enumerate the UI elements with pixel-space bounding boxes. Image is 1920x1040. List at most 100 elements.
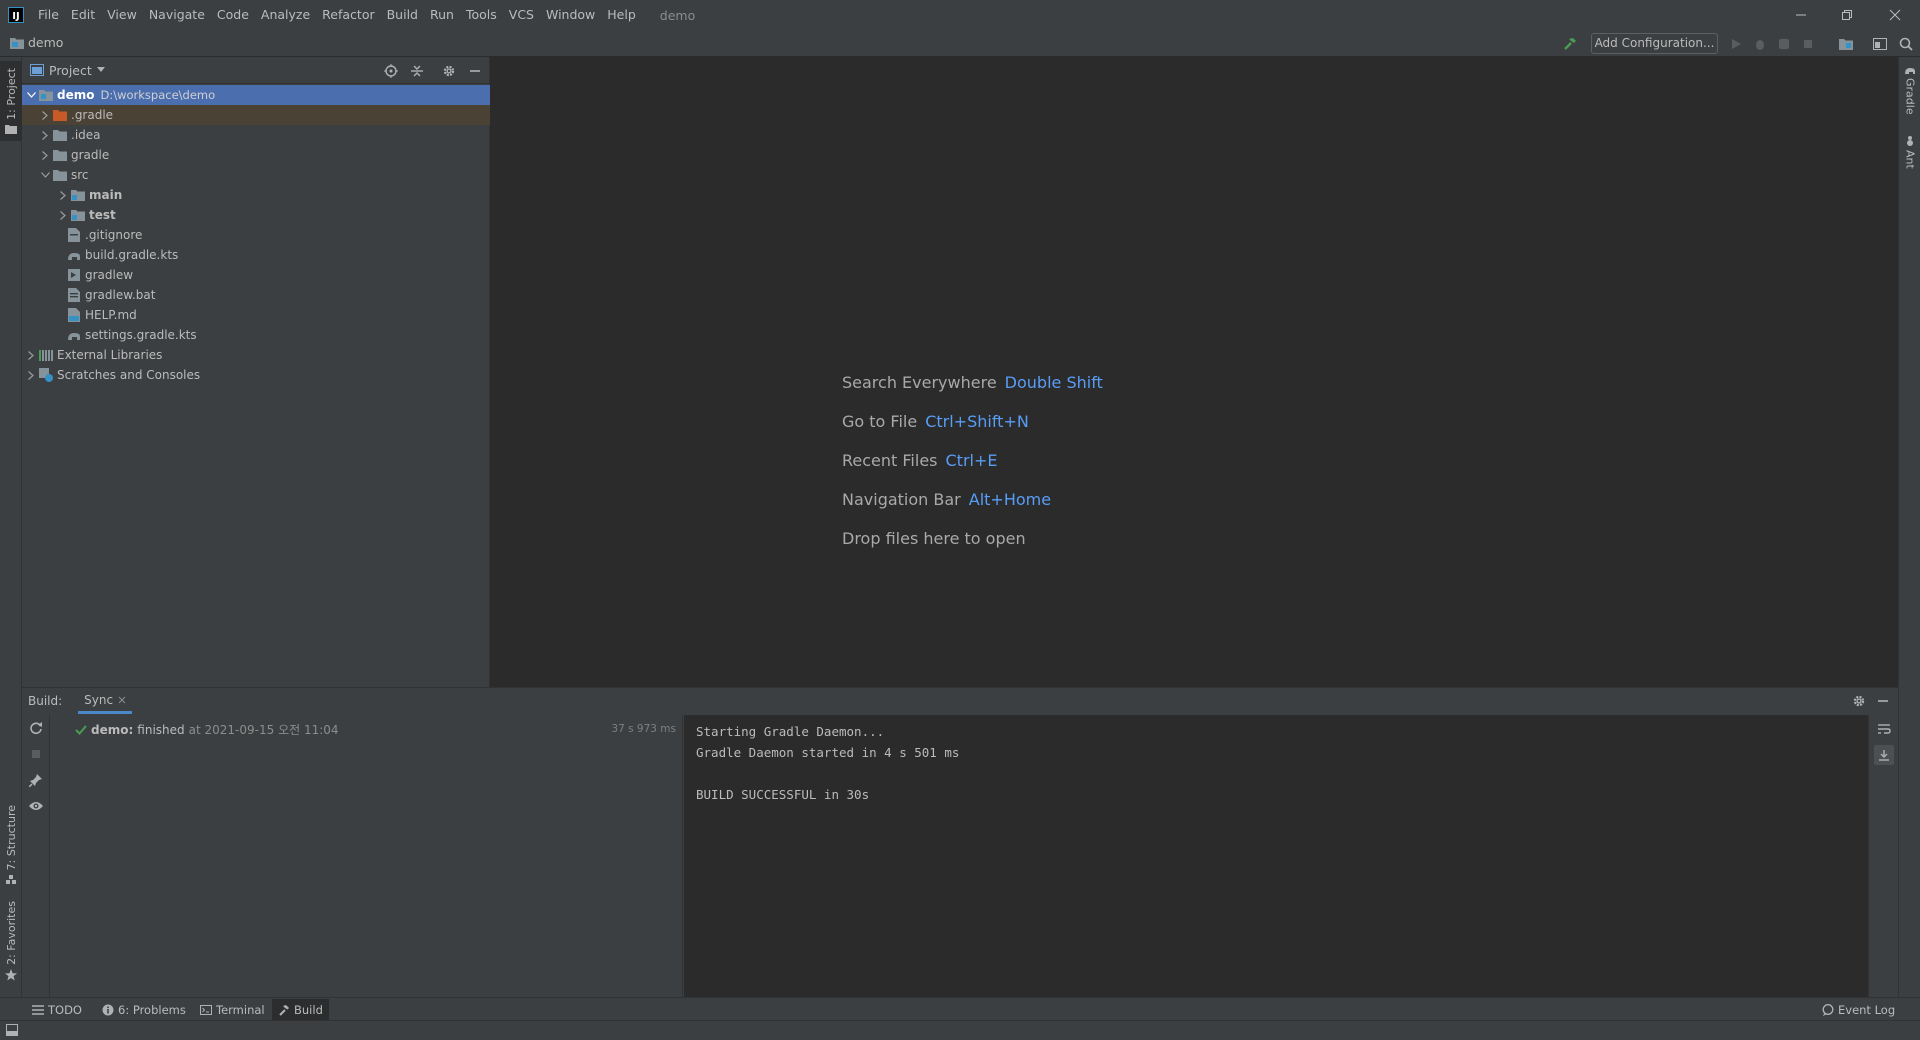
terminal-tab-label: Terminal (216, 1002, 265, 1017)
todo-tool-tab[interactable]: TODO (26, 999, 88, 1020)
module-folder-icon (38, 87, 54, 103)
tree-item-help-md[interactable]: HELP.md (22, 305, 490, 325)
reload-gradle-button[interactable] (27, 719, 45, 737)
hint-shortcut[interactable]: Ctrl+E (946, 451, 998, 470)
build-project-button[interactable] (1560, 34, 1580, 54)
gear-icon (1853, 695, 1865, 707)
menu-build[interactable]: Build (381, 0, 424, 30)
build-duration: 37 s 973 ms (611, 723, 676, 735)
problems-tool-tab[interactable]: 6: Problems (96, 999, 192, 1020)
view-options-button[interactable] (27, 797, 45, 815)
tree-item-label: test (89, 208, 116, 222)
chevron-right-icon[interactable] (38, 105, 52, 125)
pin-tab-button[interactable] (27, 771, 45, 789)
build-tool-tab[interactable]: Build (272, 999, 329, 1020)
menu-file[interactable]: File (32, 0, 65, 30)
collapse-all-button[interactable] (408, 62, 426, 80)
tree-item-build-gradle-kts[interactable]: build.gradle.kts (22, 245, 490, 265)
locate-file-button[interactable] (382, 62, 400, 80)
add-configuration-button[interactable]: Add Configuration... (1591, 33, 1718, 54)
debug-button[interactable] (1750, 34, 1770, 54)
soft-wrap-button[interactable] (1875, 720, 1893, 738)
tree-item-gradlew-bat[interactable]: gradlew.bat (22, 285, 490, 305)
tree-item-main[interactable]: main (22, 185, 490, 205)
build-console[interactable]: Starting Gradle Daemon... Gradle Daemon … (684, 715, 1890, 998)
tree-item-scratches[interactable]: Scratches and Consoles (22, 365, 490, 385)
minimize-window-button[interactable] (1778, 0, 1824, 30)
menu-analyze[interactable]: Analyze (255, 0, 316, 30)
close-tab-icon[interactable] (118, 696, 126, 704)
structure-tool-tab[interactable]: 7: Structure (0, 805, 22, 885)
tool-window-toggle-icon (6, 1024, 18, 1036)
project-tool-tab[interactable]: 1: Project (0, 61, 22, 141)
chevron-right-icon[interactable] (24, 345, 38, 365)
restore-window-button[interactable] (1824, 0, 1870, 30)
stop-icon (1804, 40, 1812, 48)
chevron-right-icon[interactable] (38, 125, 52, 145)
presentation-mode-button[interactable] (1870, 34, 1890, 54)
console-line: BUILD SUCCESSFUL in 30s (696, 787, 870, 802)
tree-item-test[interactable]: test (22, 205, 490, 225)
menu-tools[interactable]: Tools (460, 0, 503, 30)
project-folder-icon (10, 37, 24, 49)
build-side-toolbar (22, 715, 50, 998)
menu-help[interactable]: Help (601, 0, 642, 30)
tree-item-gradlew[interactable]: gradlew (22, 265, 490, 285)
hint-go-to-file: Go to File Ctrl+Shift+N (842, 412, 1029, 431)
run-button[interactable] (1726, 34, 1746, 54)
editor-area[interactable]: Search Everywhere Double Shift Go to File… (491, 57, 1898, 687)
close-window-button[interactable] (1872, 0, 1918, 30)
search-everywhere-button[interactable] (1896, 34, 1916, 54)
scroll-to-end-button[interactable] (1874, 745, 1894, 765)
tree-item-external-libraries[interactable]: External Libraries (22, 345, 490, 365)
breadcrumb-project[interactable]: demo (28, 35, 63, 50)
project-settings-button[interactable] (440, 62, 458, 80)
breadcrumb[interactable]: demo (10, 35, 63, 50)
menu-code[interactable]: Code (211, 0, 255, 30)
project-tab-label: 1: Project (4, 68, 18, 120)
chevron-right-icon[interactable] (56, 205, 70, 225)
build-result-row[interactable]: demo: finished at 2021-09-15 오전 11:04 (75, 721, 339, 738)
chevron-right-icon[interactable] (38, 145, 52, 165)
toggle-tool-windows-button[interactable] (6, 1024, 18, 1036)
menu-window[interactable]: Window (540, 0, 601, 30)
chevron-down-icon[interactable] (38, 165, 52, 185)
project-panel-header: Project (22, 57, 489, 84)
menu-vcs[interactable]: VCS (503, 0, 540, 30)
menu-edit[interactable]: Edit (65, 0, 101, 30)
hide-build-window-button[interactable] (1874, 692, 1892, 710)
title-bar: IJ File Edit View Navigate Code Analyze … (0, 0, 1920, 30)
tree-item-demo-root[interactable]: demo D:\workspace\demo (22, 85, 490, 105)
menu-view[interactable]: View (101, 0, 143, 30)
tree-item-idea[interactable]: .idea (22, 125, 490, 145)
project-structure-button[interactable] (1836, 34, 1856, 54)
terminal-tool-tab[interactable]: Terminal (194, 999, 271, 1020)
tree-item-gradle[interactable]: gradle (22, 145, 490, 165)
tree-item-gradle-cache[interactable]: .gradle (22, 105, 490, 125)
tab-sync[interactable]: Sync (78, 688, 133, 714)
run-with-coverage-button[interactable] (1774, 34, 1794, 54)
stop-button[interactable] (1798, 34, 1818, 54)
ant-tool-tab[interactable]: Ant (1899, 135, 1920, 169)
chevron-right-icon[interactable] (56, 185, 70, 205)
chevron-down-icon[interactable] (24, 85, 38, 105)
hint-shortcut[interactable]: Alt+Home (969, 490, 1051, 509)
tree-item-src[interactable]: src (22, 165, 490, 185)
hint-shortcut[interactable]: Ctrl+Shift+N (925, 412, 1029, 431)
gradle-tab-label: Gradle (1903, 78, 1917, 115)
favorites-tool-tab[interactable]: 2: Favorites (0, 899, 22, 983)
project-view-selector[interactable]: Project (30, 63, 105, 78)
chevron-right-icon[interactable] (24, 365, 38, 385)
hide-panel-button[interactable] (466, 62, 484, 80)
menu-refactor[interactable]: Refactor (316, 0, 380, 30)
event-log-tool-tab[interactable]: Event Log (1816, 999, 1901, 1020)
menu-navigate[interactable]: Navigate (143, 0, 211, 30)
tree-item-gitignore[interactable]: .gitignore (22, 225, 490, 245)
tree-item-settings-gradle-kts[interactable]: settings.gradle.kts (22, 325, 490, 345)
tree-item-label: build.gradle.kts (85, 248, 179, 262)
build-settings-button[interactable] (1850, 692, 1868, 710)
gradle-tool-tab[interactable]: Gradle (1899, 65, 1920, 115)
stop-build-button[interactable] (27, 745, 45, 763)
menu-run[interactable]: Run (424, 0, 460, 30)
hint-shortcut[interactable]: Double Shift (1005, 373, 1103, 392)
